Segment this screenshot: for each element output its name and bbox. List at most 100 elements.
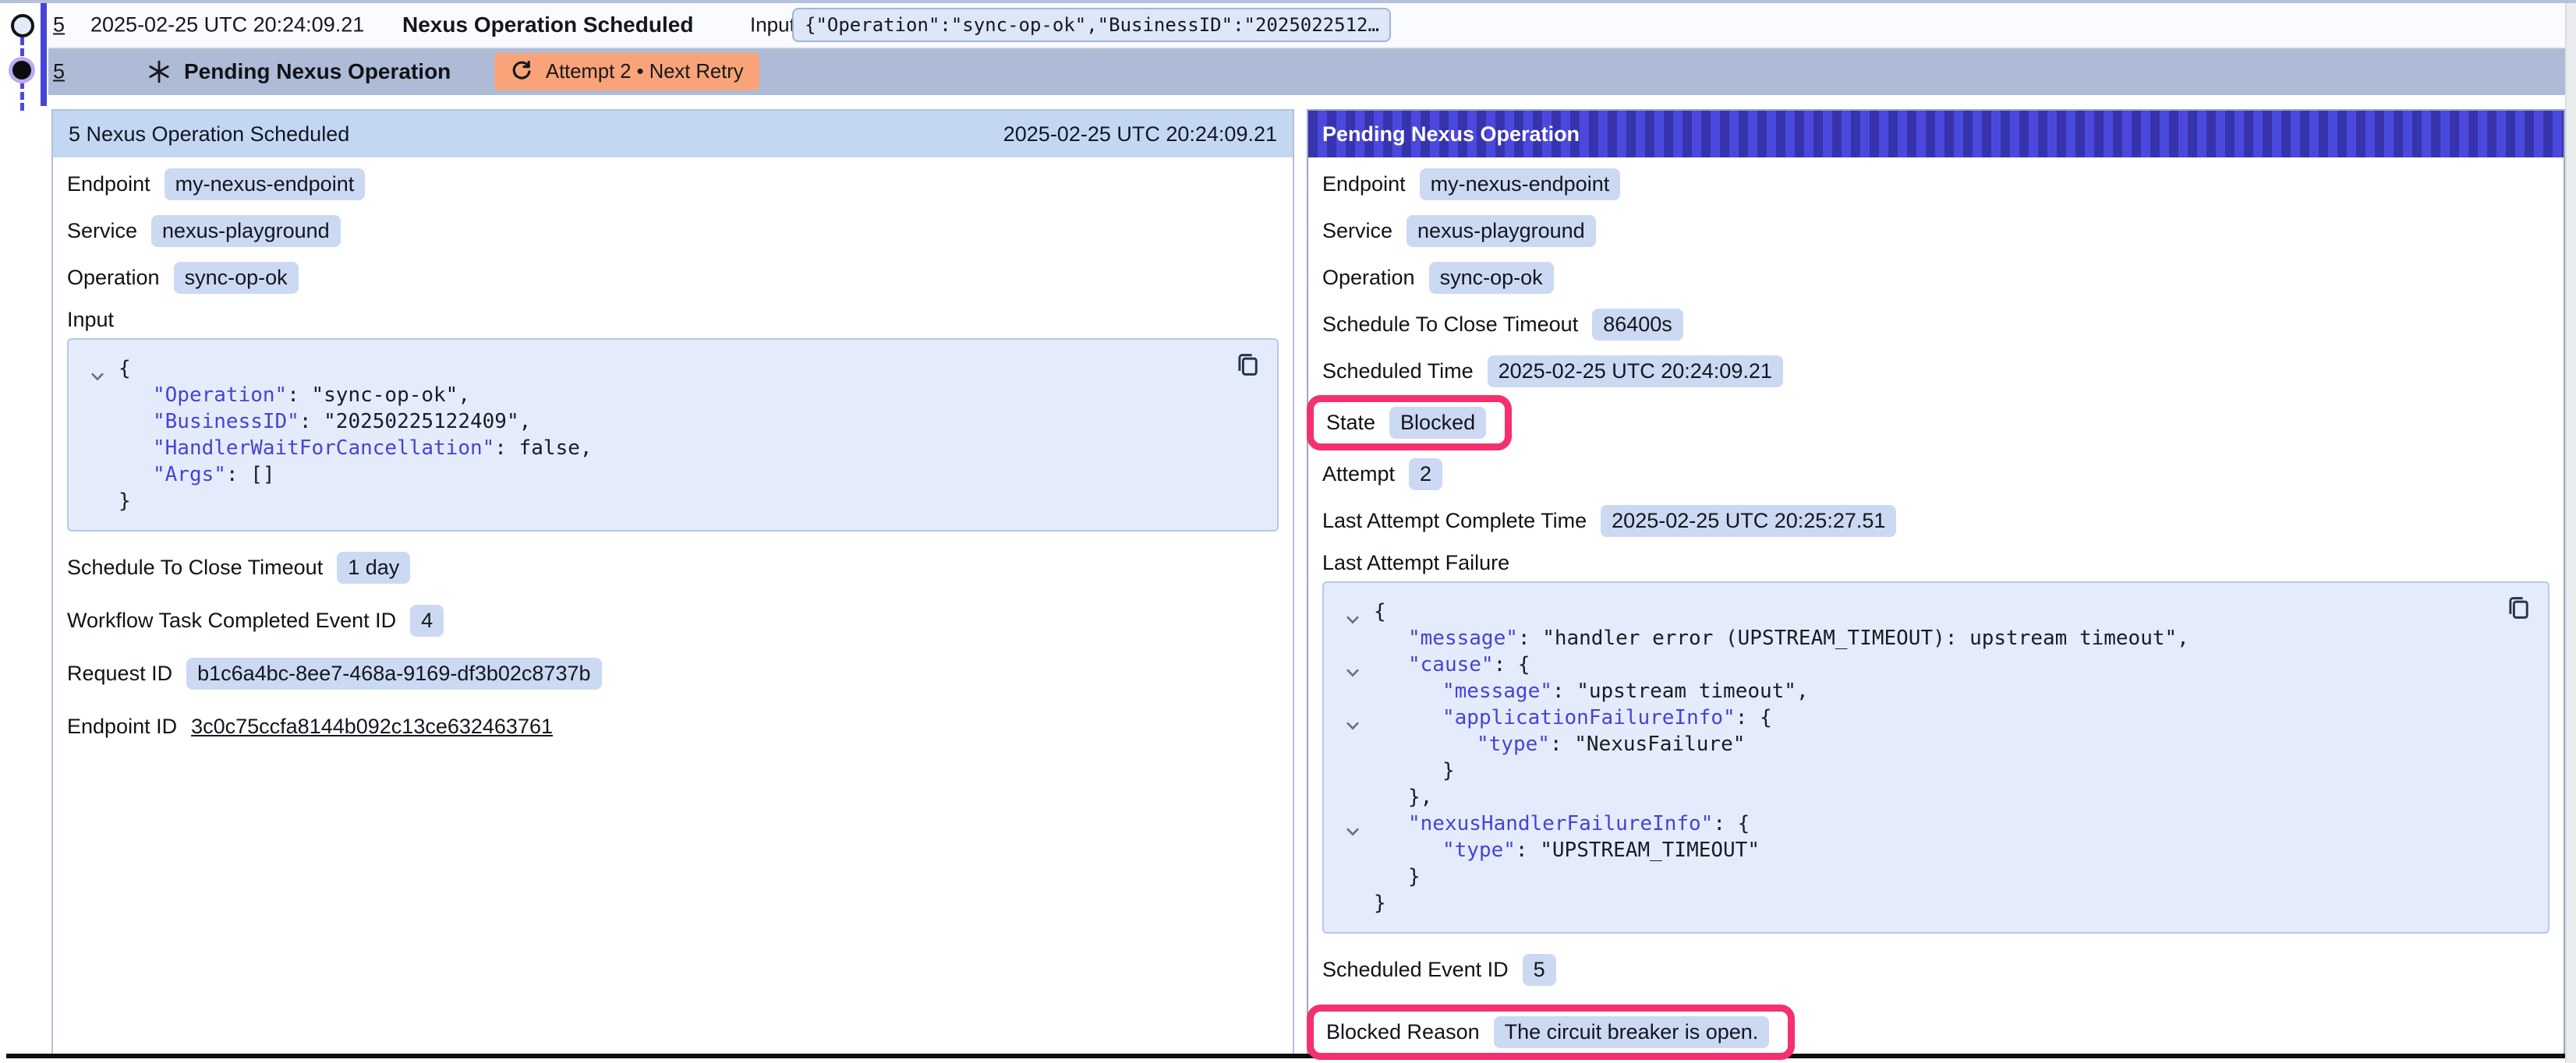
json-code-block: {"Operation": "sync-op-ok","BusinessID":… <box>67 338 1279 532</box>
field-label: Operation <box>67 266 160 290</box>
field-label: Schedule To Close Timeout <box>1322 313 1578 337</box>
timeline-filled-circle-icon <box>12 61 31 79</box>
json-line: "nexusHandlerFailureInfo": { <box>1343 810 2529 837</box>
collapse-chevron-icon[interactable] <box>90 363 104 374</box>
scrollbar-track[interactable] <box>2565 3 2576 1063</box>
json-text: { <box>1374 600 1386 623</box>
field-label: Service <box>67 219 137 243</box>
json-line: { <box>87 355 1258 382</box>
json-text: : "20250225122409", <box>299 410 531 433</box>
json-line: } <box>87 488 1258 514</box>
pending-operation-body: Endpointmy-nexus-endpointServicenexus-pl… <box>1308 157 2564 1063</box>
field-label: Endpoint ID <box>67 715 177 739</box>
event-detail-time: 2025-02-25 UTC 20:24:09.21 <box>1003 122 1277 147</box>
event-detail-title: 5 Nexus Operation Scheduled <box>69 122 349 147</box>
highlight-box: StateBlocked <box>1307 395 1512 450</box>
field-row-last-attempt-complete-time: Last Attempt Complete Time2025-02-25 UTC… <box>1322 497 2549 544</box>
json-text: : "UPSTREAM_TIMEOUT" <box>1516 839 1760 862</box>
field-label: Scheduled Event ID <box>1322 958 1509 982</box>
retry-icon <box>510 60 533 83</box>
collapse-chevron-icon[interactable] <box>1346 606 1360 617</box>
json-line: "BusinessID": "20250225122409", <box>87 408 1258 435</box>
json-line: "type": "NexusFailure" <box>1343 731 2529 758</box>
collapse-chevron-icon[interactable] <box>1346 659 1360 670</box>
json-text: : "handler error (UPSTREAM_TIMEOUT): ups… <box>1518 627 2189 650</box>
section-label-last-attempt-failure: Last Attempt Failure <box>1322 544 2549 581</box>
collapse-chevron-icon[interactable] <box>1346 818 1360 829</box>
json-key: "type" <box>1477 733 1550 756</box>
field-label: Workflow Task Completed Event ID <box>67 609 396 633</box>
json-text: : [] <box>226 463 275 486</box>
field-value-badge: 1 day <box>337 552 410 584</box>
asterisk-icon <box>147 59 172 84</box>
event-name: Nexus Operation Scheduled <box>402 12 693 37</box>
field-value-badge: The circuit breaker is open. <box>1494 1016 1770 1048</box>
json-text: { <box>119 357 131 380</box>
json-line: "applicationFailureInfo": { <box>1343 705 2529 731</box>
json-text: } <box>1442 759 1455 782</box>
json-key: "message" <box>1442 680 1552 703</box>
field-row-endpoint: Endpoint my-nexus-endpoint <box>67 161 1279 207</box>
field-value-badge: my-nexus-endpoint <box>1420 168 1621 200</box>
attempt-retry-badge: Attempt 2 • Next Retry <box>494 53 759 90</box>
field-row-service: Service nexus-playground <box>67 207 1279 254</box>
field-row-request-id: Request IDb1c6a4bc-8ee7-468a-9169-df3b02… <box>67 647 1279 700</box>
json-text: : { <box>1736 706 1772 729</box>
field-row-scheduled-event-id: Scheduled Event ID 5 <box>1322 946 2549 993</box>
field-value-badge: nexus-playground <box>1407 215 1596 247</box>
event-history-view: 5 2025-02-25 UTC 20:24:09.21 Nexus Opera… <box>0 0 2576 1063</box>
field-value-badge: sync-op-ok <box>1429 262 1554 294</box>
event-detail-panel: 5 Nexus Operation Scheduled 2025-02-25 U… <box>51 109 1294 1058</box>
timeline-open-circle-icon <box>11 14 34 37</box>
json-line: } <box>1343 863 2529 890</box>
field-row-schedule-to-close-timeout: Schedule To Close Timeout1 day <box>67 541 1279 594</box>
field-label: Operation <box>1322 266 1415 290</box>
field-row-operation: Operation sync-op-ok <box>67 254 1279 301</box>
json-line: "cause": { <box>1343 652 2529 678</box>
field-label: Service <box>1322 219 1392 243</box>
field-row-scheduled-time: Scheduled Time2025-02-25 UTC 20:24:09.21 <box>1322 348 2549 394</box>
highlight-box: Blocked Reason The circuit breaker is ope… <box>1307 1005 1795 1060</box>
json-line: "Args": [] <box>87 461 1258 488</box>
event-name: Pending Nexus Operation <box>184 59 451 84</box>
field-value-badge: 86400s <box>1592 309 1683 341</box>
field-label: State <box>1326 411 1375 435</box>
field-row-attempt: Attempt2 <box>1322 450 2549 497</box>
event-id-link[interactable]: 5 <box>53 60 65 84</box>
json-key: "BusinessID" <box>153 410 299 433</box>
field-label: Blocked Reason <box>1326 1020 1480 1044</box>
event-id-link[interactable]: 5 <box>53 13 65 37</box>
field-row-state: StateBlocked <box>1322 394 2549 450</box>
json-line: "message": "handler error (UPSTREAM_TIME… <box>1343 625 2529 652</box>
json-key: "applicationFailureInfo" <box>1442 706 1736 729</box>
json-line: } <box>1343 758 2529 784</box>
field-value-link[interactable]: 3c0c75ccfa8144b092c13ce632463761 <box>191 715 553 739</box>
field-row-endpoint-id: Endpoint ID 3c0c75ccfa8144b092c13ce632463… <box>67 700 1279 753</box>
field-value-badge: my-nexus-endpoint <box>165 168 366 200</box>
field-label: Last Attempt Complete Time <box>1322 509 1587 533</box>
json-line: }, <box>1343 784 2529 810</box>
field-value-badge: 2 <box>1409 458 1442 490</box>
event-time: 2025-02-25 UTC 20:24:09.21 <box>90 13 364 37</box>
field-value-badge: nexus-playground <box>151 215 341 247</box>
field-value-badge: 5 <box>1523 954 1556 986</box>
json-key: "nexusHandlerFailureInfo" <box>1408 812 1713 835</box>
attempt-retry-text: Attempt 2 • Next Retry <box>546 61 744 83</box>
json-text: }, <box>1408 786 1432 809</box>
pending-operation-panel: Pending Nexus Operation Endpointmy-nexus… <box>1307 109 2565 1058</box>
event-row-pending[interactable]: 5 Pending Nexus Operation Attempt 2 • Ne… <box>48 48 2565 95</box>
field-value-badge: sync-op-ok <box>174 262 299 294</box>
json-text: } <box>1408 865 1421 888</box>
field-value-badge: 4 <box>410 605 444 637</box>
field-label: Endpoint <box>67 172 150 196</box>
field-value-badge: b1c6a4bc-8ee7-468a-9169-df3b02c8737b <box>186 658 601 690</box>
json-key: "message" <box>1408 627 1518 650</box>
field-value-badge: 2025-02-25 UTC 20:24:09.21 <box>1488 355 1783 387</box>
field-row-schedule-to-close-timeout: Schedule To Close Timeout 86400s <box>1322 301 2549 348</box>
json-key: "Args" <box>153 463 226 486</box>
section-label-input: Input <box>67 301 1279 338</box>
event-row-scheduled[interactable]: 5 2025-02-25 UTC 20:24:09.21 Nexus Opera… <box>48 3 2565 48</box>
collapse-chevron-icon[interactable] <box>1346 712 1360 723</box>
input-preview-chip: {"Operation":"sync-op-ok","BusinessID":"… <box>792 8 1391 42</box>
event-detail-header: 5 Nexus Operation Scheduled 2025-02-25 U… <box>53 111 1293 157</box>
